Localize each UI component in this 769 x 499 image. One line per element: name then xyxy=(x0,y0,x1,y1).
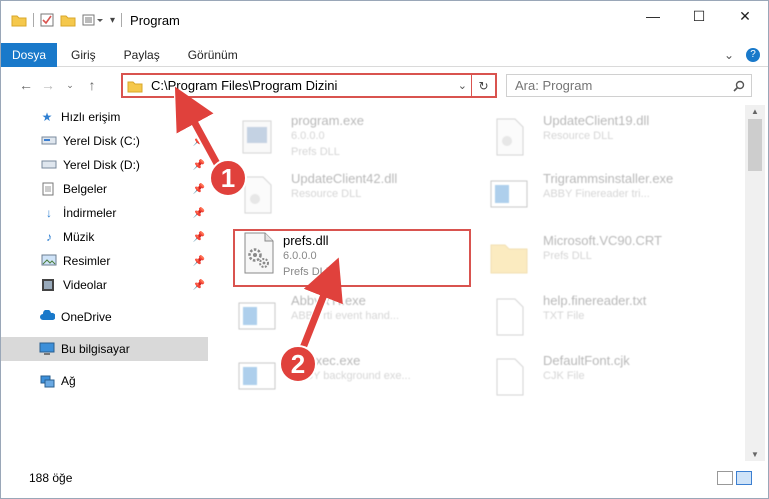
annotation-arrows xyxy=(174,86,343,358)
arrow-1 xyxy=(174,86,225,173)
step-badge-2: 2 xyxy=(279,345,317,383)
arrow-2 xyxy=(297,257,343,355)
explorer-window: ▾ Program — ☐ ✕ Dosya Giriş Paylaş Görün… xyxy=(0,0,769,499)
step-badge-1: 1 xyxy=(209,159,247,197)
